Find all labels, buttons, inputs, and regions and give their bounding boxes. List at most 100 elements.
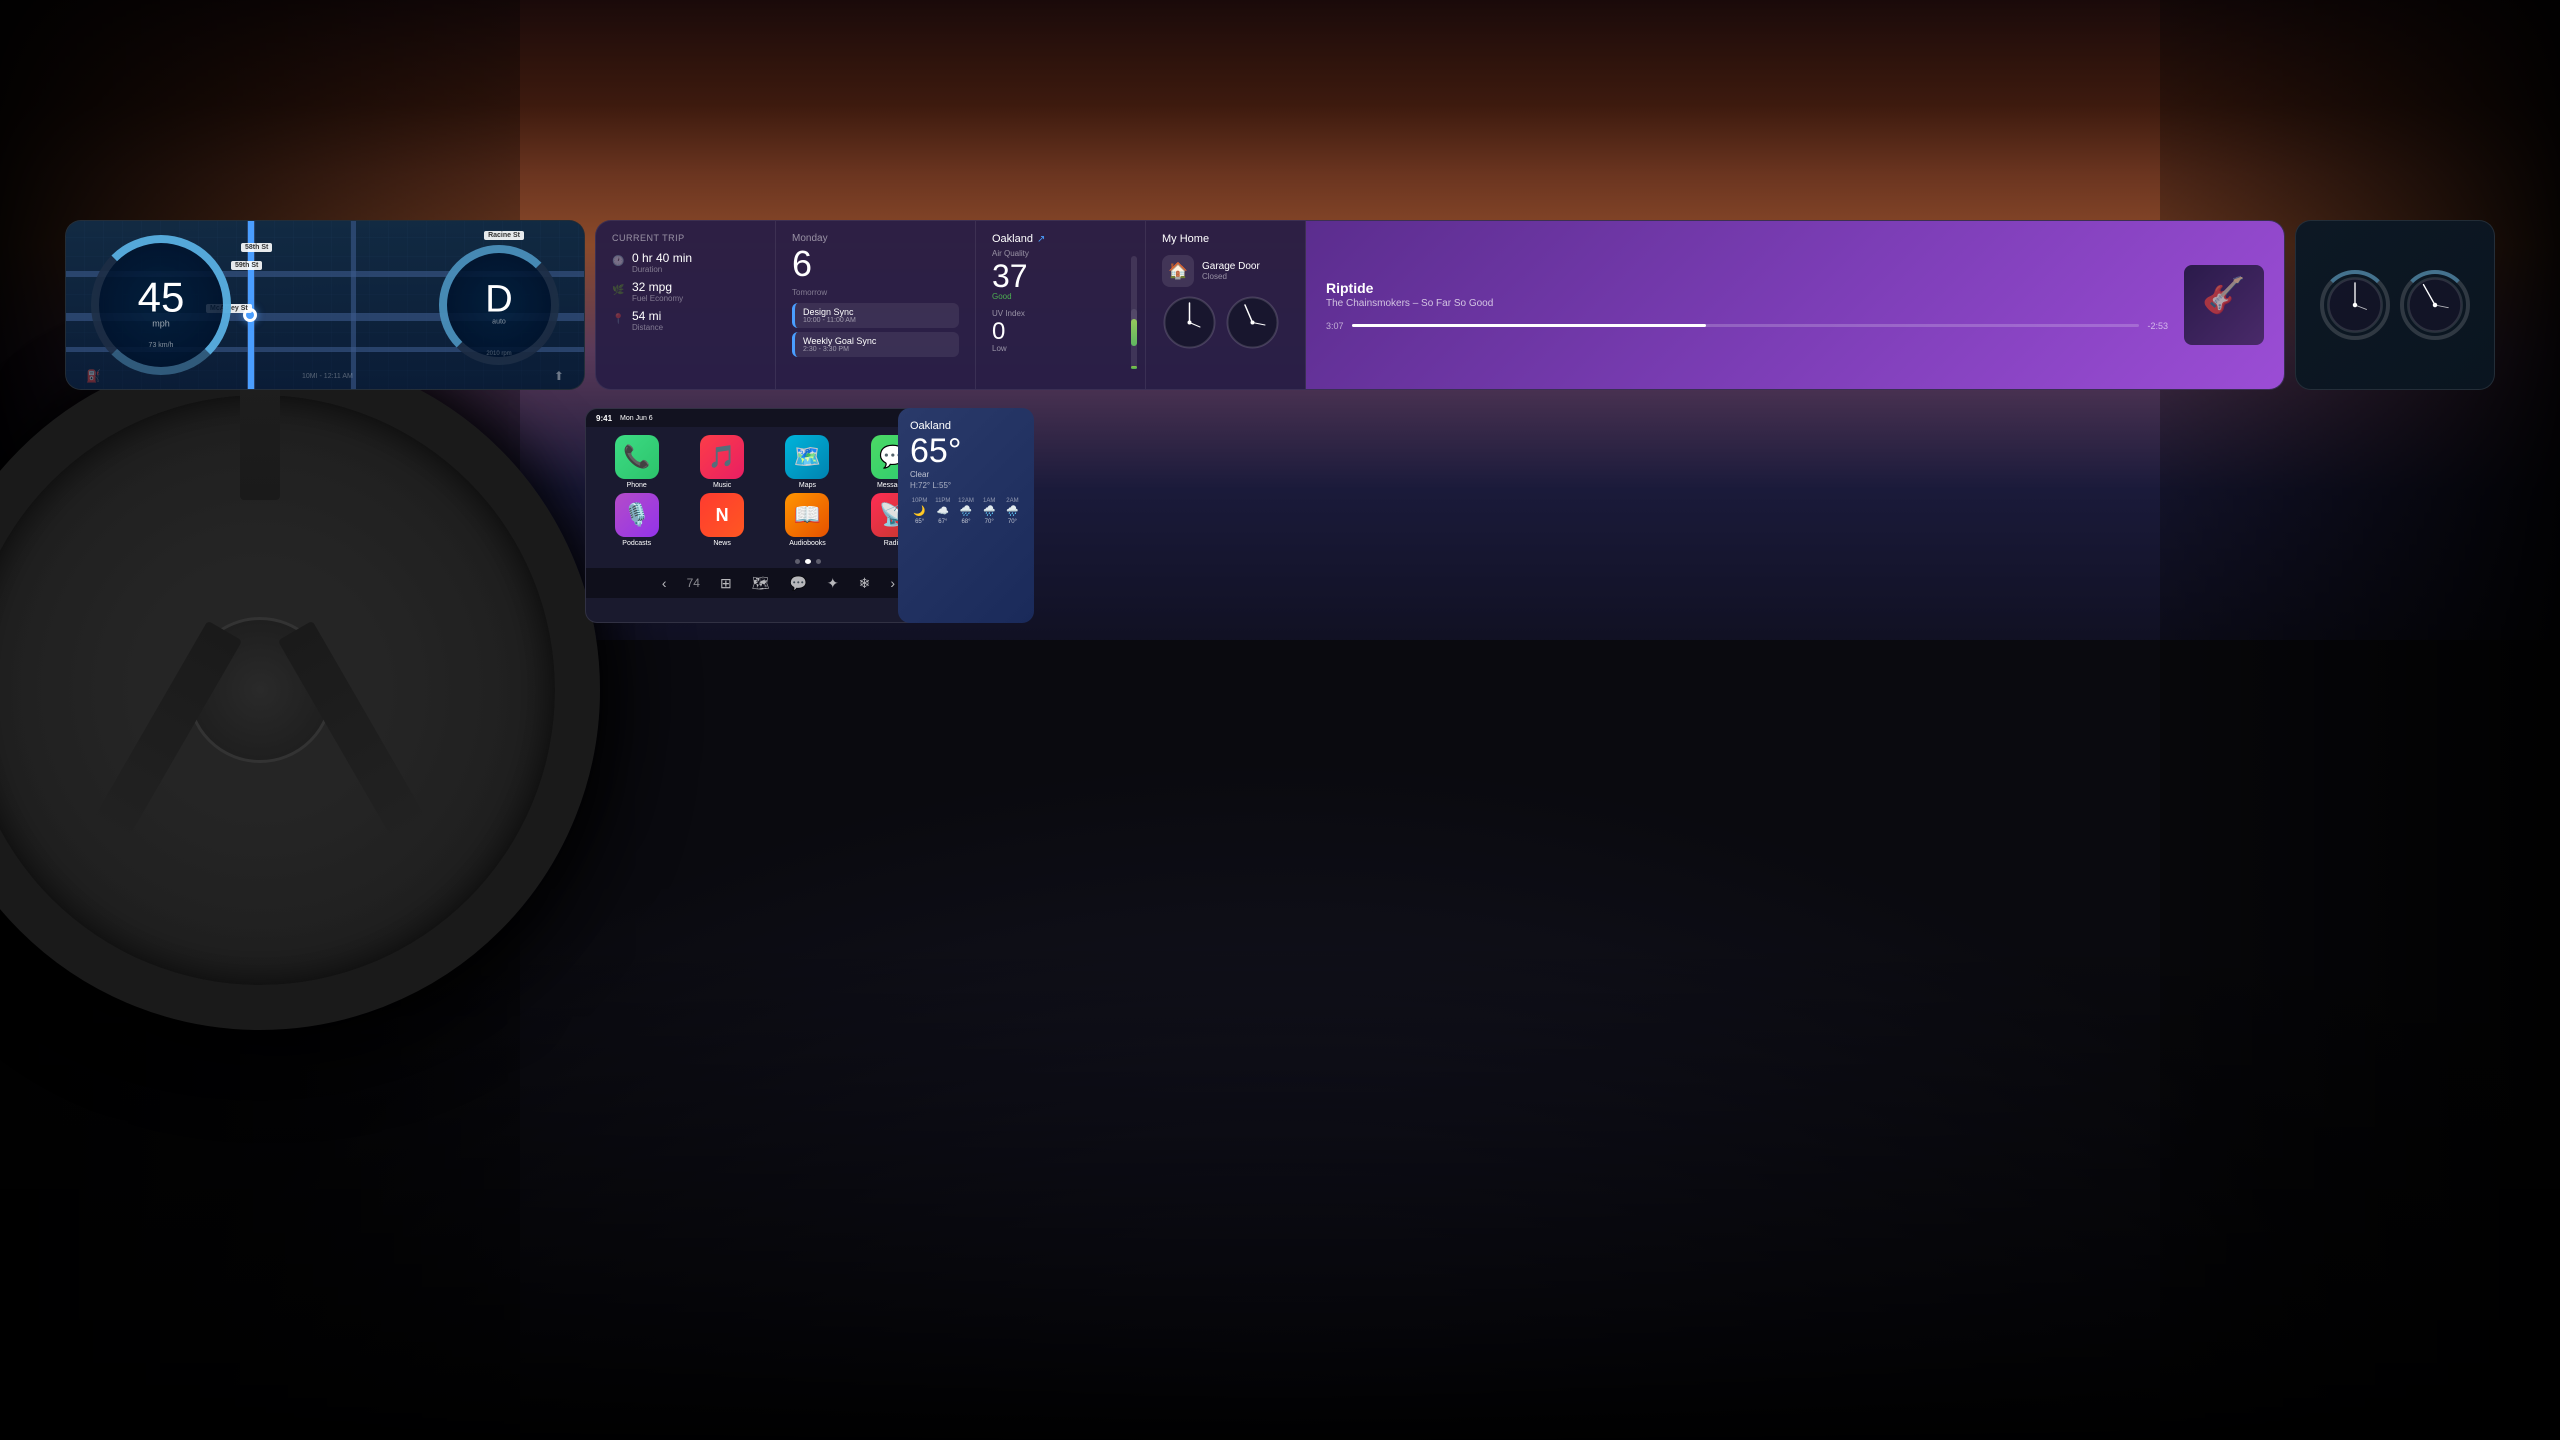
hour-2am-icon: 🌧️ (1006, 506, 1018, 517)
app-news[interactable]: N News (681, 493, 762, 547)
hour-12am-icon: 🌧️ (960, 506, 972, 517)
speed-kmh: 73 km/h (149, 342, 174, 349)
maps-app-icon[interactable]: 🗺️ (785, 435, 829, 479)
weather-hour-11pm: 11PM ☁️ 67° (933, 498, 952, 525)
page-dot-2-active[interactable] (805, 559, 811, 564)
podcasts-app-icon[interactable]: 🎙️ (615, 493, 659, 537)
audiobooks-app-label: Audiobooks (789, 540, 826, 547)
nav-icon: ⬆ (554, 369, 564, 383)
air-quality-value: 37 (992, 260, 1129, 292)
music-artist: The Chainsmokers – So Far So Good (1326, 298, 2168, 309)
uv-label: UV Index (992, 309, 1129, 318)
music-progress-bar-container[interactable]: 3:07 -2:53 (1326, 321, 2168, 331)
page-dot-3[interactable] (816, 559, 821, 564)
hour-10pm-icon: 🌙 (913, 506, 925, 517)
uv-slider (1131, 309, 1137, 369)
right-gauge-1 (2320, 270, 2390, 340)
right-gauge-2 (2400, 270, 2470, 340)
street-label-58th: 58th St (241, 243, 272, 252)
phone-app-label: Phone (627, 482, 647, 489)
gear-letter: D (485, 280, 512, 318)
music-app-label: Music (713, 482, 731, 489)
news-app-icon[interactable]: N (700, 493, 744, 537)
widget-bar: Current Trip 🕐 0 hr 40 min Duration 🌿 32… (595, 220, 2285, 390)
trip-distance-item: 📍 54 mi Distance (612, 309, 759, 332)
home-widget-title: My Home (1162, 233, 1289, 245)
hour-11pm-temp: 67° (938, 519, 947, 525)
music-info: Riptide The Chainsmokers – So Far So Goo… (1326, 280, 2168, 331)
fuel-economy-icon: 🌿 (612, 285, 626, 299)
air-quality-widget: Oakland ↗ Air Quality 37 Good UV Index 0… (976, 221, 1146, 389)
nav-maps-button[interactable]: 🗺 (752, 575, 770, 592)
app-audiobooks[interactable]: 📖 Audiobooks (767, 493, 848, 547)
app-maps[interactable]: 🗺️ Maps (767, 435, 848, 489)
home-widget: My Home 🏠 Garage Door Closed (1146, 221, 1306, 389)
music-progress-fill (1352, 324, 1707, 327)
app-podcasts[interactable]: 🎙️ Podcasts (596, 493, 677, 547)
weather-hour-12am: 12AM 🌧️ 68° (956, 498, 975, 525)
fuel-icon: ⛽ (86, 369, 101, 383)
nav-messages-button[interactable]: 💬 (789, 575, 806, 592)
trip-duration-value: 0 hr 40 min (632, 251, 692, 265)
spoke-right (88, 621, 243, 849)
map-road-v2 (351, 221, 356, 389)
cluster-status: ⛽ 10MI - 12:11 AM ⬆ (86, 369, 564, 383)
fuel-distance: 10MI - 12:11 AM (302, 373, 353, 380)
music-app-icon[interactable]: 🎵 (700, 435, 744, 479)
nav-temp-left: 74 (687, 576, 700, 590)
nav-forward-button[interactable]: › (890, 575, 895, 591)
location-arrow-icon: ↗ (1037, 234, 1045, 245)
weather-hour-10pm: 10PM 🌙 65° (910, 498, 929, 525)
trip-distance-info: 54 mi Distance (632, 309, 663, 332)
phone-app-icon[interactable]: 📞 (615, 435, 659, 479)
page-dot-1[interactable] (795, 559, 800, 564)
app-music[interactable]: 🎵 Music (681, 435, 762, 489)
calendar-event-1-time: 10:00 - 11:00 AM (803, 317, 951, 324)
weather-hourly-container: 10PM 🌙 65° 11PM ☁️ 67° 12AM 🌧️ 68° 1AM 🌧… (910, 498, 1022, 525)
hour-12am-time: 12AM (958, 498, 974, 504)
trip-duration-item: 🕐 0 hr 40 min Duration (612, 251, 759, 274)
audiobooks-app-icon[interactable]: 📖 (785, 493, 829, 537)
gear-display: D auto (485, 280, 512, 325)
speed-display: 45 mph (138, 276, 185, 328)
weather-low: L:55° (932, 481, 951, 490)
garage-status: Closed (1202, 272, 1260, 281)
music-time-current: 3:07 (1326, 321, 1344, 331)
calendar-event-2-time: 2:30 - 3:30 PM (803, 346, 951, 353)
carplay-time: 9:41 (596, 414, 612, 423)
nav-grid-button[interactable]: ⊞ (720, 575, 732, 592)
trip-fuel-info: 32 mpg Fuel Economy (632, 280, 683, 303)
garage-name: Garage Door (1202, 261, 1260, 272)
distance-icon: 📍 (612, 314, 626, 328)
music-widget[interactable]: Riptide The Chainsmokers – So Far So Goo… (1306, 221, 2284, 389)
uv-status: Low (992, 344, 1129, 353)
calendar-widget: Monday 6 Tomorrow Design Sync 10:00 - 11… (776, 221, 976, 389)
home-garage-item[interactable]: 🏠 Garage Door Closed (1162, 255, 1289, 287)
infotainment-area: Current Trip 🕐 0 hr 40 min Duration 🌿 32… (595, 220, 2285, 390)
trip-distance-label: Distance (632, 323, 663, 332)
air-city: Oakland (992, 233, 1033, 245)
nav-back-button[interactable]: ‹ (662, 575, 667, 591)
garage-door-icon: 🏠 (1168, 261, 1188, 281)
calendar-day-name: Monday (792, 233, 959, 244)
news-app-label: News (713, 540, 731, 547)
weather-hilow: H:72° L:55° (910, 481, 1022, 490)
trip-distance-value: 54 mi (632, 309, 663, 323)
weather-high: H:72° (910, 481, 930, 490)
nav-climate-button[interactable]: ❄ (859, 575, 871, 592)
calendar-event-2[interactable]: Weekly Goal Sync 2:30 - 3:30 PM (792, 332, 959, 357)
app-phone[interactable]: 📞 Phone (596, 435, 677, 489)
weather-temp: 65° (910, 434, 1022, 468)
hour-12am-temp: 68° (961, 519, 970, 525)
analog-clock-2 (1225, 295, 1280, 350)
speed-number: 45 (138, 276, 185, 318)
weather-hour-2am: 2AM 🌧️ 70° (1003, 498, 1022, 525)
calendar-event-1[interactable]: Design Sync 10:00 - 11:00 AM (792, 303, 959, 328)
podcasts-app-label: Podcasts (622, 540, 651, 547)
driver-cluster: 58th St Racine St 59th St McAuley St 45 … (65, 220, 585, 390)
calendar-event-2-name: Weekly Goal Sync (803, 336, 951, 346)
nav-phone-button[interactable]: ✦ (827, 575, 839, 592)
hour-11pm-icon: ☁️ (937, 506, 949, 517)
hour-2am-time: 2AM (1006, 498, 1018, 504)
music-progress-bar[interactable] (1352, 324, 2140, 327)
